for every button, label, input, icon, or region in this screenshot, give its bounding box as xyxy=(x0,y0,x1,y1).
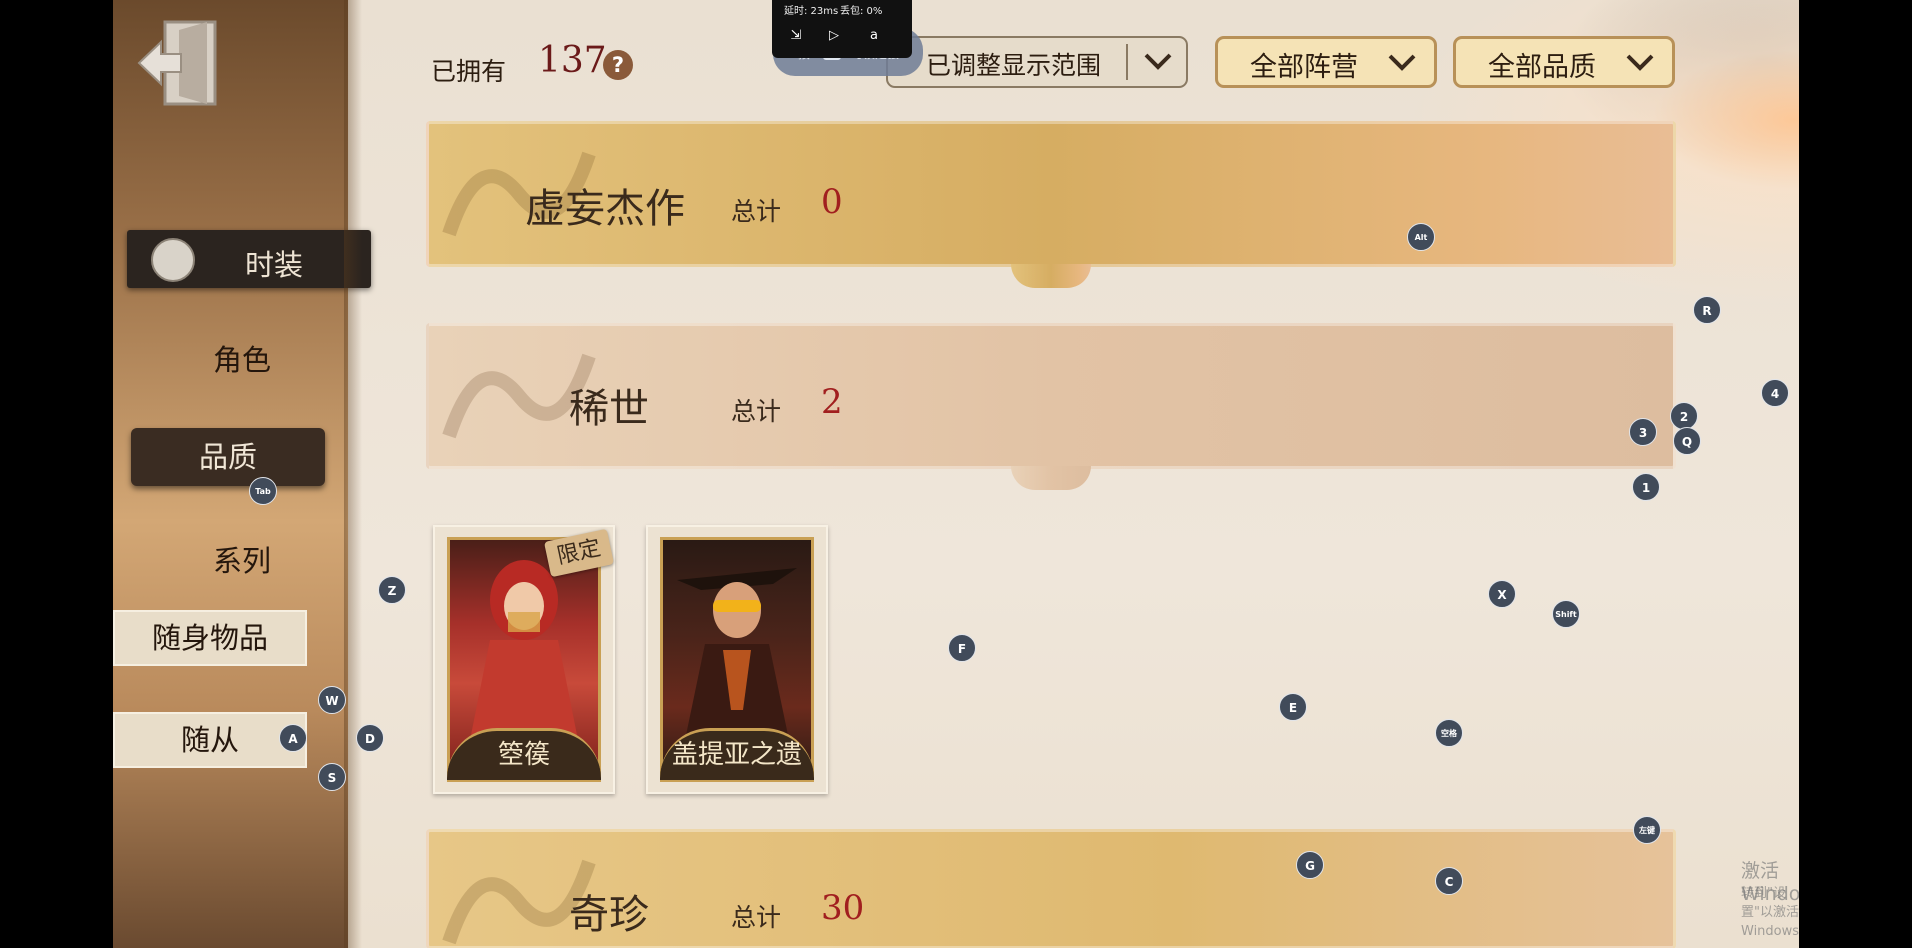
hotkey-badge: 左键 xyxy=(1633,816,1661,844)
hotkey-badge: Shift xyxy=(1552,600,1580,628)
hotkey-badge: S xyxy=(318,763,346,791)
nav-follower[interactable]: 随从 xyxy=(113,712,307,768)
dropdown-divider xyxy=(1126,44,1128,80)
owned-count: 137 xyxy=(538,40,607,81)
stream-toolbar: 延时: 23ms 丢包: 0% ⇲ ▷ a xyxy=(772,0,912,58)
left-panel: 时装 角色 品质 系列 随身物品 随从 xyxy=(113,0,371,948)
camp-filter-label: 全部阵营 xyxy=(1250,52,1358,83)
section-count: 2 xyxy=(821,382,843,422)
hotkey-badge: R xyxy=(1693,296,1721,324)
section-banner-treasure: 奇珍 总计 30 xyxy=(426,829,1676,948)
translate-icon[interactable]: a xyxy=(864,28,884,44)
hotkey-badge: 3 xyxy=(1629,418,1657,446)
packet-loss-readout: 丢包: 0% xyxy=(840,6,883,17)
hotkey-badge: Alt xyxy=(1407,223,1435,251)
hotkey-badge: 1 xyxy=(1632,473,1660,501)
costume-card[interactable]: 盖提亚之遗 xyxy=(646,525,828,794)
nav-accessory[interactable]: 随身物品 xyxy=(113,610,307,666)
display-range-label: 已调整显示范围 xyxy=(926,51,1102,80)
nav-costume[interactable]: 时装 xyxy=(127,230,371,288)
costume-card[interactable]: 箜篌 限定 xyxy=(433,525,615,794)
chevron-down-icon xyxy=(1388,54,1416,71)
quality-filter-label: 全部品质 xyxy=(1488,52,1596,83)
hotkey-badge: 空格 xyxy=(1435,719,1463,747)
hotkey-badge: F xyxy=(948,634,976,662)
section-banner-masterpiece: 虚妄杰作 总计 0 xyxy=(426,121,1676,288)
hotkey-badge: Q xyxy=(1673,427,1701,455)
quality-filter-dropdown[interactable]: 全部品质 xyxy=(1453,36,1675,88)
record-icon[interactable]: ▷ xyxy=(824,28,844,44)
section-count: 30 xyxy=(821,888,865,928)
section-total-label: 总计 xyxy=(731,397,782,426)
activation-watermark-sub: 转到"设置"以激活 Windows。 xyxy=(1741,886,1799,939)
hotkey-badge: Z xyxy=(378,576,406,604)
section-title: 稀世 xyxy=(569,386,649,432)
nav-quality[interactable]: 品质 xyxy=(131,428,325,486)
hotkey-badge: C xyxy=(1435,867,1463,895)
owned-label: 已拥有 xyxy=(431,57,507,86)
help-icon[interactable]: ? xyxy=(603,50,633,80)
card-name: 盖提亚之遗 xyxy=(660,728,814,780)
nav-series[interactable]: 系列 xyxy=(127,538,357,580)
section-title: 奇珍 xyxy=(569,892,649,938)
card-name: 箜篌 xyxy=(447,728,601,780)
hotkey-badge: E xyxy=(1279,693,1307,721)
exit-icon[interactable] xyxy=(135,16,219,110)
chevron-down-icon xyxy=(1144,53,1172,70)
shrink-icon[interactable]: ⇲ xyxy=(786,28,806,44)
section-total-label: 总计 xyxy=(731,197,782,226)
nav-character[interactable]: 角色 xyxy=(127,337,357,379)
camp-filter-dropdown[interactable]: 全部阵营 xyxy=(1215,36,1437,88)
hotkey-badge: D xyxy=(356,724,384,752)
chevron-down-icon xyxy=(1626,54,1654,71)
section-title: 虚妄杰作 xyxy=(525,186,685,232)
display-range-dropdown[interactable]: 已调整显示范围 xyxy=(886,36,1188,88)
hotkey-badge: W xyxy=(318,686,346,714)
hotkey-badge: X xyxy=(1488,580,1516,608)
section-banner-rare: 稀世 总计 2 xyxy=(426,323,1676,490)
hotkey-badge: A xyxy=(279,724,307,752)
hotkey-badge: G xyxy=(1296,851,1324,879)
section-count: 0 xyxy=(821,182,843,222)
hotkey-badge: 2 xyxy=(1670,402,1698,430)
section-total-label: 总计 xyxy=(731,903,782,932)
latency-readout: 延时: 23ms xyxy=(784,6,839,17)
game-viewport: 时装 角色 品质 系列 随身物品 随从 已拥有 137 ? 已调整显示范围 全部… xyxy=(113,0,1799,948)
character-portrait-icon xyxy=(677,568,797,740)
hotkey-badge: 4 xyxy=(1761,379,1789,407)
hotkey-badge: Tab xyxy=(249,477,277,505)
nav-costume-label: 时装 xyxy=(244,248,303,282)
